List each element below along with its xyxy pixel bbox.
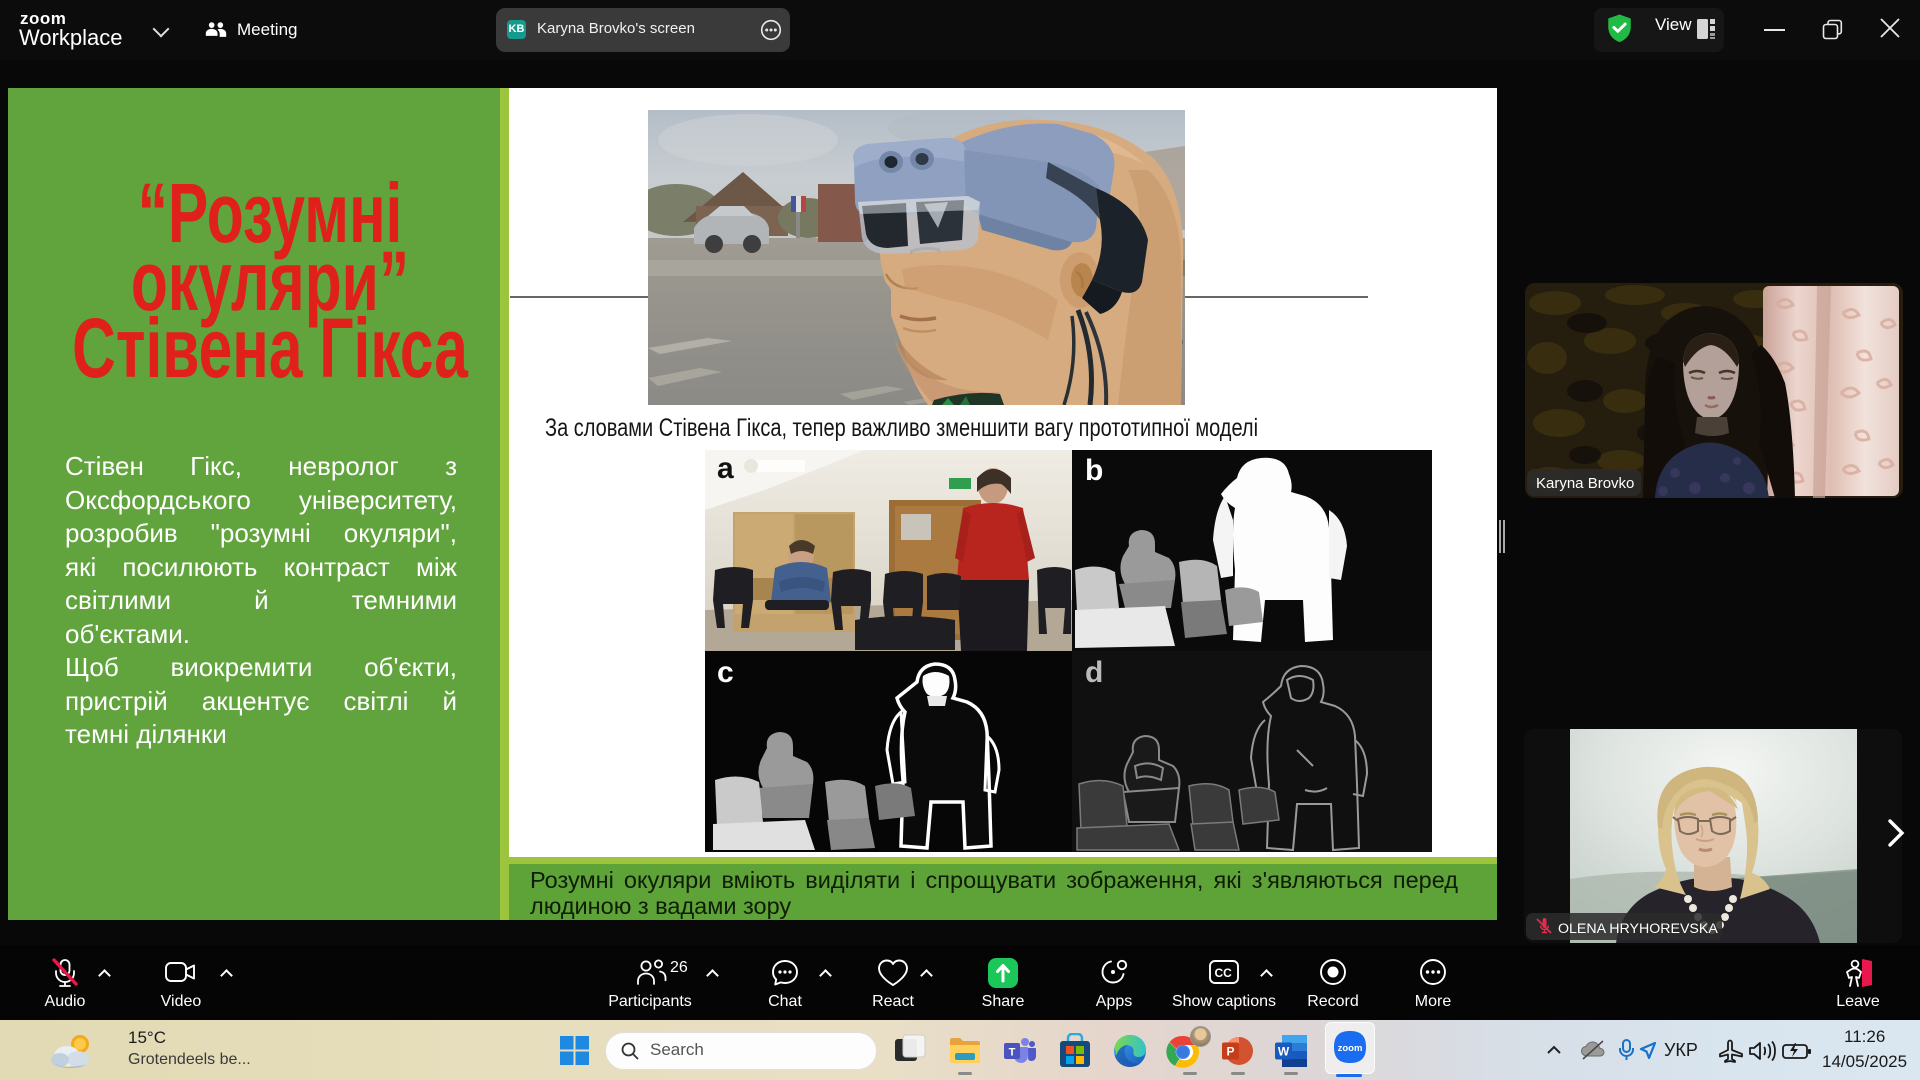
svg-text:Karyna Brovko: Karyna Brovko <box>1536 475 1634 492</box>
svg-text:OLENA HRYHOREVSKA: OLENA HRYHOREVSKA <box>1558 921 1718 937</box>
svg-text:W: W <box>1278 1045 1290 1059</box>
svg-text:P: P <box>1226 1045 1234 1059</box>
svg-text:a: a <box>717 452 734 485</box>
svg-text:c: c <box>717 656 734 689</box>
svg-text:d: d <box>1085 656 1103 689</box>
svg-text:zoom: zoom <box>1338 1043 1363 1054</box>
svg-text:T: T <box>1009 1047 1016 1059</box>
svg-text:CC: CC <box>1215 966 1233 980</box>
svg-text:b: b <box>1085 454 1103 487</box>
